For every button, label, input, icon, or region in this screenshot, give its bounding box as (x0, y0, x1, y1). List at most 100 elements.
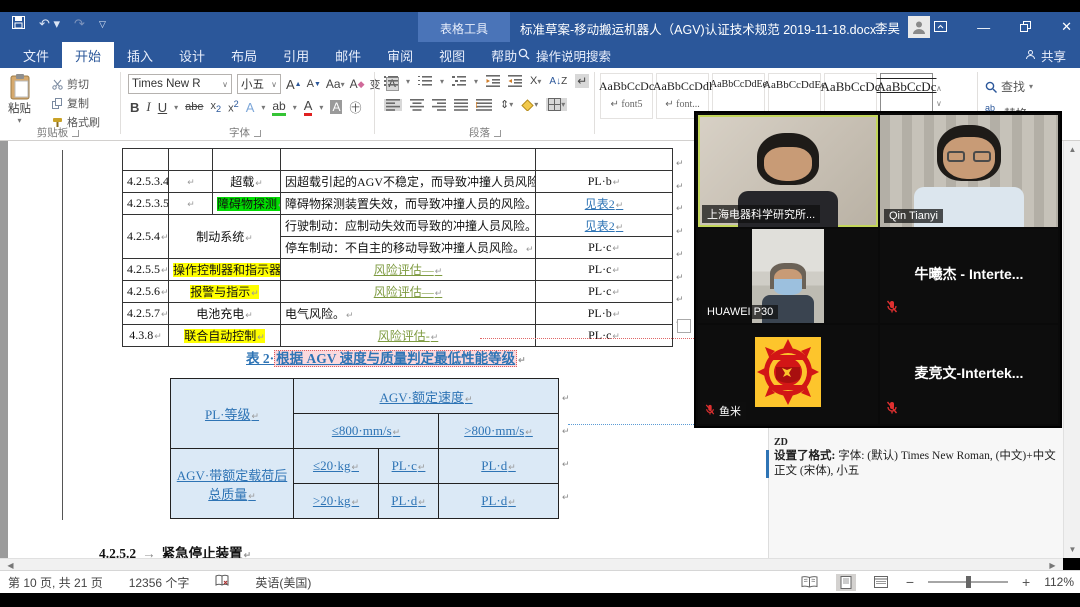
superscript-button[interactable]: x2 (228, 99, 239, 115)
shading-icon[interactable]: ▾ (521, 99, 538, 111)
zoom-out-icon[interactable]: − (906, 574, 914, 590)
underline-button[interactable]: U (158, 100, 167, 115)
tab-layout[interactable]: 布局 (218, 42, 270, 68)
scroll-left-icon[interactable]: ◀ (2, 561, 19, 570)
bold-button[interactable]: B (130, 100, 139, 115)
zoom-slider-thumb[interactable] (966, 576, 971, 588)
tab-insert[interactable]: 插入 (114, 42, 166, 68)
character-shading-icon[interactable]: A (330, 100, 342, 114)
font-dialog-launcher[interactable] (254, 130, 261, 137)
zoom-slider[interactable] (928, 581, 1008, 583)
font-size-select[interactable]: 小五∨ (237, 74, 281, 94)
share-button[interactable]: 共享 (1025, 46, 1066, 65)
tell-me-search[interactable]: 操作说明搜索 (518, 46, 611, 65)
avatar[interactable] (908, 16, 930, 38)
subscript-button[interactable]: x2 (211, 100, 222, 114)
distribute-icon[interactable] (476, 99, 492, 111)
pl-grade-table[interactable]: PL·等级 AGV·额定速度 ≤800·mm/s >800·mm/s AGV·带… (170, 378, 559, 519)
underline-dropdown[interactable]: ▾ (174, 103, 178, 112)
sort-icon[interactable]: A↓Z (549, 76, 567, 87)
undo-icon[interactable]: ↶ ▾ (39, 16, 60, 32)
tab-references[interactable]: 引用 (270, 42, 322, 68)
ribbon-display-options-icon[interactable] (934, 20, 947, 35)
tab-file[interactable]: 文件 (10, 42, 62, 68)
copy-button[interactable]: 复制 (52, 95, 100, 111)
increase-indent-icon[interactable] (508, 75, 522, 87)
participant-name: HUAWEI P30 (702, 305, 778, 319)
borders-icon[interactable]: ▾ (546, 98, 567, 111)
video-conference-overlay[interactable]: 上海电器科学研究所... Qin Tianyi HUAWEI P30 (694, 111, 1062, 428)
style-chip-font5[interactable]: AaBbCcDc ↵ font5 (600, 73, 653, 119)
styles-scroll-up-icon[interactable]: ∧ (936, 84, 942, 93)
italic-button[interactable]: I (146, 99, 150, 115)
tab-view[interactable]: 视图 (426, 42, 478, 68)
video-tile-speaker[interactable]: 上海电器科学研究所... (698, 115, 878, 227)
proofing-icon[interactable] (215, 574, 229, 590)
scroll-down-icon[interactable]: ▼ (1064, 545, 1080, 554)
grow-font-icon[interactable]: A▲ (286, 77, 302, 92)
tab-design[interactable]: 设计 (166, 42, 218, 68)
styles-scroll-down-icon[interactable]: ∨ (936, 99, 942, 108)
qat-customize-icon[interactable]: ▽ (99, 19, 106, 30)
scroll-right-icon[interactable]: ▶ (1044, 561, 1061, 570)
end-of-row-marks: ↵↵↵↵ (562, 382, 570, 514)
restore-button[interactable] (1020, 20, 1031, 35)
video-tile-niu[interactable]: 牛曦杰 - Interte... (880, 229, 1058, 323)
shrink-font-icon[interactable]: A▼ (307, 78, 321, 90)
risk-table[interactable]: 4.2.5.3.4 超载 因超载引起的AGV不稳定，而导致冲撞人员风险。 PL·… (122, 148, 673, 347)
text-effects-icon[interactable]: A (246, 100, 255, 115)
language-indicator[interactable]: 英语(美国) (255, 574, 311, 591)
vertical-scrollbar[interactable]: ▲ ▼ (1063, 141, 1080, 558)
numbered-list-icon[interactable] (418, 75, 432, 87)
align-left-icon[interactable] (384, 99, 402, 111)
align-center-icon[interactable] (410, 99, 424, 111)
clear-formatting-icon[interactable]: A◆ (350, 77, 365, 91)
justify-icon[interactable] (454, 99, 468, 111)
phonetic-guide-icon[interactable]: 变 (370, 76, 381, 92)
clipboard-dialog-launcher[interactable] (72, 130, 79, 137)
paste-button[interactable]: 粘贴▾ (8, 74, 31, 125)
multilevel-list-icon[interactable] (452, 75, 466, 87)
find-icon (985, 81, 997, 93)
video-tile-yumi[interactable]: 鱼米 (698, 325, 878, 424)
paragraph-dialog-launcher[interactable] (494, 130, 501, 137)
tab-home[interactable]: 开始 (62, 42, 114, 68)
ribbon-tab-row: 文件 开始 插入 设计 布局 引用 邮件 审阅 视图 帮助 操作说明搜索 共享 (0, 42, 1080, 68)
horizontal-scrollbar[interactable]: ◀ ▶ (0, 558, 1063, 570)
zoom-in-icon[interactable]: + (1022, 574, 1030, 590)
asian-layout-icon[interactable]: X▾ (530, 75, 541, 87)
find-button[interactable]: 查找▾ (985, 78, 1033, 95)
zoom-level[interactable]: 112% (1044, 575, 1074, 589)
table-row: AGV·带额定载荷后总质量 ≤20·kg PL·c PL·d (171, 449, 559, 484)
table-resize-handle[interactable] (677, 319, 691, 333)
font-color-icon[interactable]: A (304, 98, 313, 116)
highlight-color-icon[interactable]: ab (272, 99, 285, 116)
print-layout-icon[interactable] (836, 574, 856, 591)
read-mode-icon[interactable] (797, 574, 822, 590)
cut-button[interactable]: 剪切 (52, 76, 100, 92)
table-row: 4.2.5.4 制动系统 行驶制动：应制动失效而导致的冲撞人员风险。 见表2 (123, 215, 673, 237)
redo-icon[interactable]: ↷ (74, 16, 85, 32)
video-tile-mai[interactable]: 麦竞文-Intertek... (880, 325, 1058, 424)
bullet-list-icon[interactable] (384, 75, 398, 87)
font-name-select[interactable]: Times New R∨ (128, 74, 232, 94)
enclose-characters-icon[interactable]: ㊉ (349, 99, 361, 116)
scroll-up-icon[interactable]: ▲ (1064, 145, 1080, 154)
page-indicator[interactable]: 第 10 页, 共 21 页 (8, 574, 103, 591)
close-button[interactable]: ✕ (1061, 19, 1072, 35)
word-count[interactable]: 12356 个字 (129, 574, 190, 591)
change-case-icon[interactable]: Aa▾ (326, 77, 345, 91)
tracked-change-comment[interactable]: ZD 设置了格式: 字体: (默认) Times New Roman, (中文)… (774, 436, 1064, 479)
minimize-button[interactable]: — (977, 20, 990, 35)
line-spacing-icon[interactable]: ⇕▾ (500, 98, 513, 111)
video-tile-qin-tianyi[interactable]: Qin Tianyi (880, 115, 1058, 227)
align-right-icon[interactable] (432, 99, 446, 111)
decrease-indent-icon[interactable] (486, 75, 500, 87)
strikethrough-button[interactable]: abe (185, 101, 203, 113)
web-layout-icon[interactable] (870, 574, 892, 590)
tab-mailings[interactable]: 邮件 (322, 42, 374, 68)
video-tile-huawei-p30[interactable]: HUAWEI P30 (698, 229, 878, 323)
show-formatting-marks-icon[interactable]: ↵ (575, 74, 589, 88)
tab-review[interactable]: 审阅 (374, 42, 426, 68)
save-icon[interactable] (12, 16, 25, 32)
